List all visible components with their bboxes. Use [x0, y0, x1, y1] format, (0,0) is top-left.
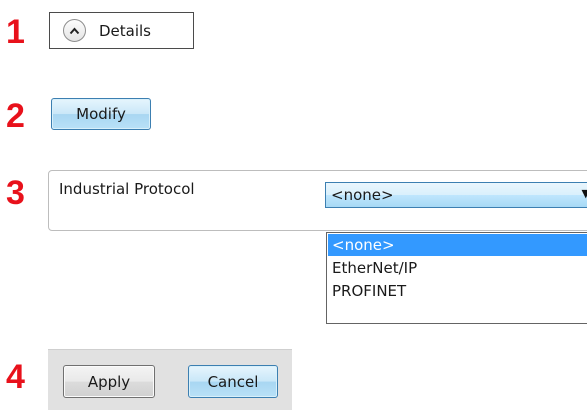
protocol-selected-value: <none> [331, 186, 394, 204]
modify-button-label: Modify [76, 105, 126, 123]
details-toggle[interactable]: Details [49, 12, 194, 49]
step-number-3: 3 [6, 174, 25, 212]
dropdown-arrow-icon[interactable]: ▼ [582, 187, 587, 200]
protocol-dropdown-list: <none> EtherNet/IP PROFINET [326, 232, 587, 324]
protocol-option-profinet[interactable]: PROFINET [328, 280, 587, 302]
step-number-2: 2 [6, 97, 25, 135]
cancel-button[interactable]: Cancel [188, 365, 278, 398]
step-number-4: 4 [6, 358, 25, 396]
apply-button-label: Apply [87, 372, 131, 391]
industrial-protocol-label: Industrial Protocol [59, 180, 195, 198]
modify-button[interactable]: Modify [51, 98, 151, 130]
cancel-button-label: Cancel [207, 372, 259, 391]
chevron-up-icon[interactable] [63, 19, 86, 42]
protocol-option-none[interactable]: <none> [328, 234, 587, 256]
protocol-select[interactable]: <none> ▼ [325, 182, 587, 208]
industrial-protocol-row: Industrial Protocol <none> ▼ [48, 170, 587, 231]
step-number-1: 1 [6, 13, 25, 51]
details-label: Details [99, 21, 152, 40]
apply-button[interactable]: Apply [63, 365, 155, 398]
protocol-option-ethernet-ip[interactable]: EtherNet/IP [328, 257, 587, 279]
dialog-footer-bar: Apply Cancel [48, 349, 292, 410]
